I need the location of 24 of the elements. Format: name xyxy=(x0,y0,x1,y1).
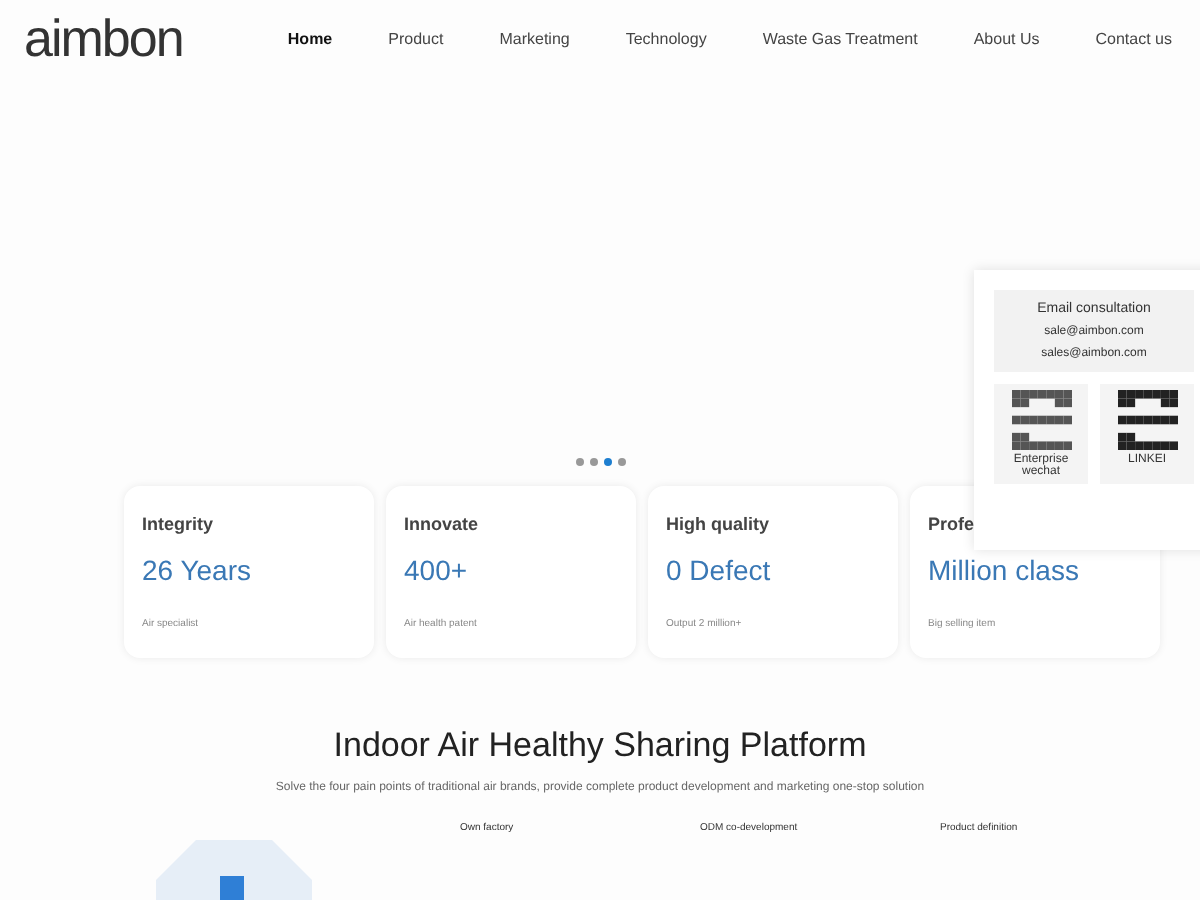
qr-code-icon xyxy=(1011,390,1071,450)
nav-link[interactable]: Product xyxy=(360,29,472,47)
nav-link[interactable]: Waste Gas Treatment xyxy=(734,29,946,47)
carousel-dot[interactable] xyxy=(575,458,583,466)
qr-code-icon xyxy=(1117,390,1177,450)
nav-link[interactable]: Marketing xyxy=(471,29,598,47)
carousel-dot[interactable] xyxy=(603,458,611,466)
stat-value: 0 Defect xyxy=(666,554,773,586)
carousel-dot[interactable] xyxy=(617,458,625,466)
nav-link[interactable]: About Us xyxy=(945,29,1068,47)
stat-title: Profe xyxy=(928,514,977,534)
stat-title: Innovate xyxy=(404,514,481,534)
stat-value: Million class xyxy=(928,554,1081,586)
hexagon-icon xyxy=(156,840,312,900)
stat-title: Integrity xyxy=(142,514,216,534)
nav-link[interactable]: Contact us xyxy=(1067,29,1200,47)
carousel-dot[interactable] xyxy=(589,458,597,466)
nav-link[interactable]: Technology xyxy=(597,29,735,47)
stat-value: 26 Years xyxy=(142,554,253,586)
stat-value: 400+ xyxy=(404,554,470,586)
nav-link[interactable]: Home xyxy=(259,29,361,47)
section-title: Indoor Air Healthy Sharing Platform xyxy=(333,726,867,766)
logo[interactable]: aimbon xyxy=(24,7,236,69)
stat-title: High quality xyxy=(666,514,771,534)
